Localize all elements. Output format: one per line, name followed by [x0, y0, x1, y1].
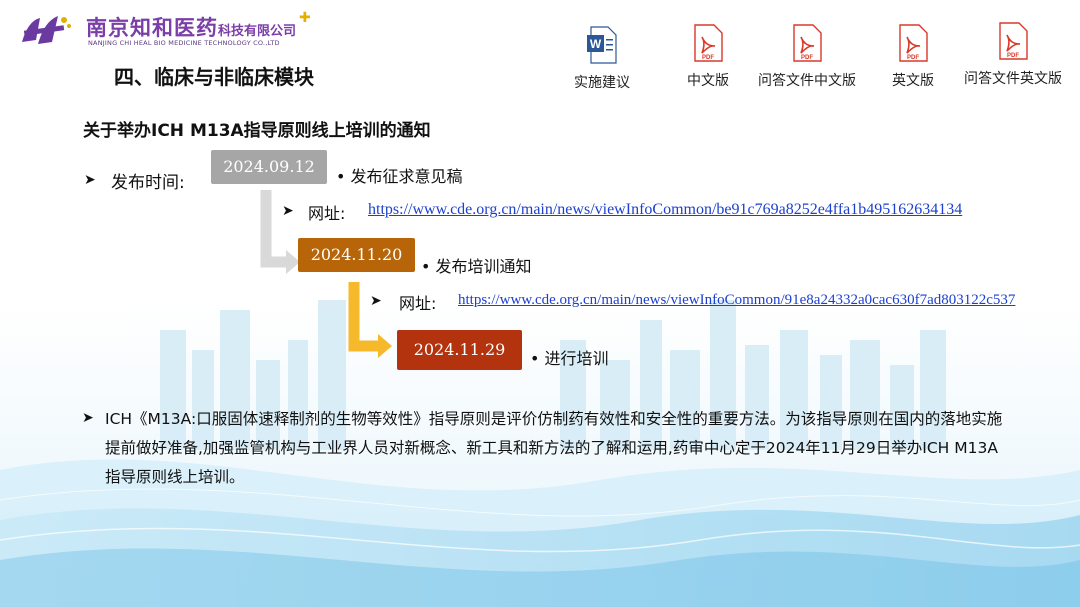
timeline-date-3: 2024.11.29	[397, 330, 522, 370]
timeline-event-1: • 发布征求意见稿	[336, 167, 463, 186]
bullet-arrow-icon: ➤	[82, 410, 94, 426]
bullet-arrow-icon: ➤	[282, 203, 294, 219]
publish-time-label: 发布时间:	[111, 173, 185, 193]
url-link-1[interactable]: https://www.cde.org.cn/main/news/viewInf…	[368, 201, 962, 219]
url-label-1: 网址:	[308, 204, 346, 223]
timeline-event-3: • 进行培训	[530, 349, 609, 368]
bullet-arrow-icon: ➤	[370, 293, 382, 309]
url-label-2: 网址:	[399, 294, 437, 313]
timeline-date-2: 2024.11.20	[298, 238, 415, 272]
timeline-event-2: • 发布培训通知	[421, 257, 532, 276]
description-paragraph: ICH《M13A:口服固体速释制剂的生物等效性》指导原则是评价仿制药有效性和安全…	[105, 410, 1003, 486]
bullet-arrow-icon: ➤	[84, 172, 96, 188]
timeline-date-1: 2024.09.12	[211, 150, 327, 184]
url-link-2[interactable]: https://www.cde.org.cn/main/news/viewInf…	[458, 292, 1015, 309]
